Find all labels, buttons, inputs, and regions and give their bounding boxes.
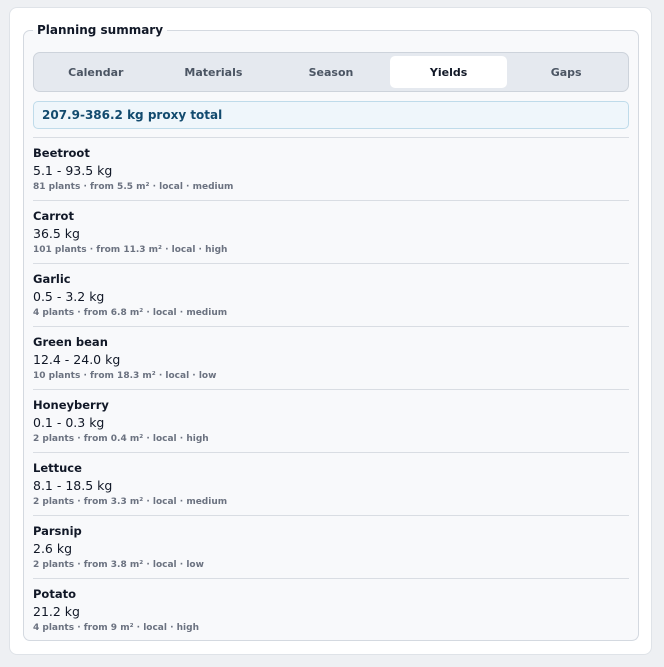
list-item: Carrot 36.5 kg 101 plants · from 11.3 m²… <box>33 200 629 263</box>
list-item: Potato 21.2 kg 4 plants · from 9 m² · lo… <box>33 578 629 641</box>
crop-details: 101 plants · from 11.3 m² · local · high <box>33 245 228 255</box>
crop-details: 4 plants · from 9 m² · local · high <box>33 623 199 633</box>
crop-details: 81 plants · from 5.5 m² · local · medium <box>33 182 234 192</box>
tab-calendar[interactable]: Calendar <box>37 56 155 88</box>
panel-title: Planning summary <box>37 23 164 37</box>
crop-name: Beetroot <box>33 146 90 160</box>
tab-bar: Calendar Materials Season Yields Gaps <box>33 52 629 92</box>
crop-yield: 36.5 kg <box>33 226 80 241</box>
yield-list: Beetroot 5.1 - 93.5 kg 81 plants · from … <box>33 137 629 641</box>
crop-yield: 12.4 - 24.0 kg <box>33 352 121 367</box>
crop-yield: 0.5 - 3.2 kg <box>33 289 105 304</box>
list-item: Lettuce 8.1 - 18.5 kg 2 plants · from 3.… <box>33 452 629 515</box>
list-item: Green bean 12.4 - 24.0 kg 10 plants · fr… <box>33 326 629 389</box>
crop-name: Potato <box>33 587 76 601</box>
tab-materials[interactable]: Materials <box>155 56 273 88</box>
crop-name: Parsnip <box>33 524 82 538</box>
app-window: Planning summary Calendar Materials Seas… <box>9 7 652 655</box>
list-item: Parsnip 2.6 kg 2 plants · from 3.8 m² · … <box>33 515 629 578</box>
crop-details: 2 plants · from 3.3 m² · local · medium <box>33 497 228 507</box>
crop-yield: 21.2 kg <box>33 604 80 619</box>
crop-details: 4 plants · from 6.8 m² · local · medium <box>33 308 228 318</box>
tab-season[interactable]: Season <box>272 56 390 88</box>
crop-name: Honeyberry <box>33 398 109 412</box>
list-item: Beetroot 5.1 - 93.5 kg 81 plants · from … <box>33 137 629 200</box>
crop-yield: 5.1 - 93.5 kg <box>33 163 113 178</box>
tab-gaps[interactable]: Gaps <box>507 56 625 88</box>
list-item: Honeyberry 0.1 - 0.3 kg 2 plants · from … <box>33 389 629 452</box>
list-item: Garlic 0.5 - 3.2 kg 4 plants · from 6.8 … <box>33 263 629 326</box>
crop-name: Garlic <box>33 272 71 286</box>
crop-yield: 8.1 - 18.5 kg <box>33 478 113 493</box>
crop-name: Carrot <box>33 209 74 223</box>
crop-details: 10 plants · from 18.3 m² · local · low <box>33 371 217 381</box>
planning-summary-panel: Planning summary Calendar Materials Seas… <box>23 23 639 641</box>
proxy-total-banner: 207.9-386.2 kg proxy total <box>33 101 629 129</box>
crop-name: Green bean <box>33 335 108 349</box>
crop-name: Lettuce <box>33 461 82 475</box>
crop-yield: 0.1 - 0.3 kg <box>33 415 105 430</box>
tab-yields[interactable]: Yields <box>389 56 508 88</box>
crop-details: 2 plants · from 0.4 m² · local · high <box>33 434 209 444</box>
crop-yield: 2.6 kg <box>33 541 73 556</box>
crop-details: 2 plants · from 3.8 m² · local · low <box>33 560 204 570</box>
